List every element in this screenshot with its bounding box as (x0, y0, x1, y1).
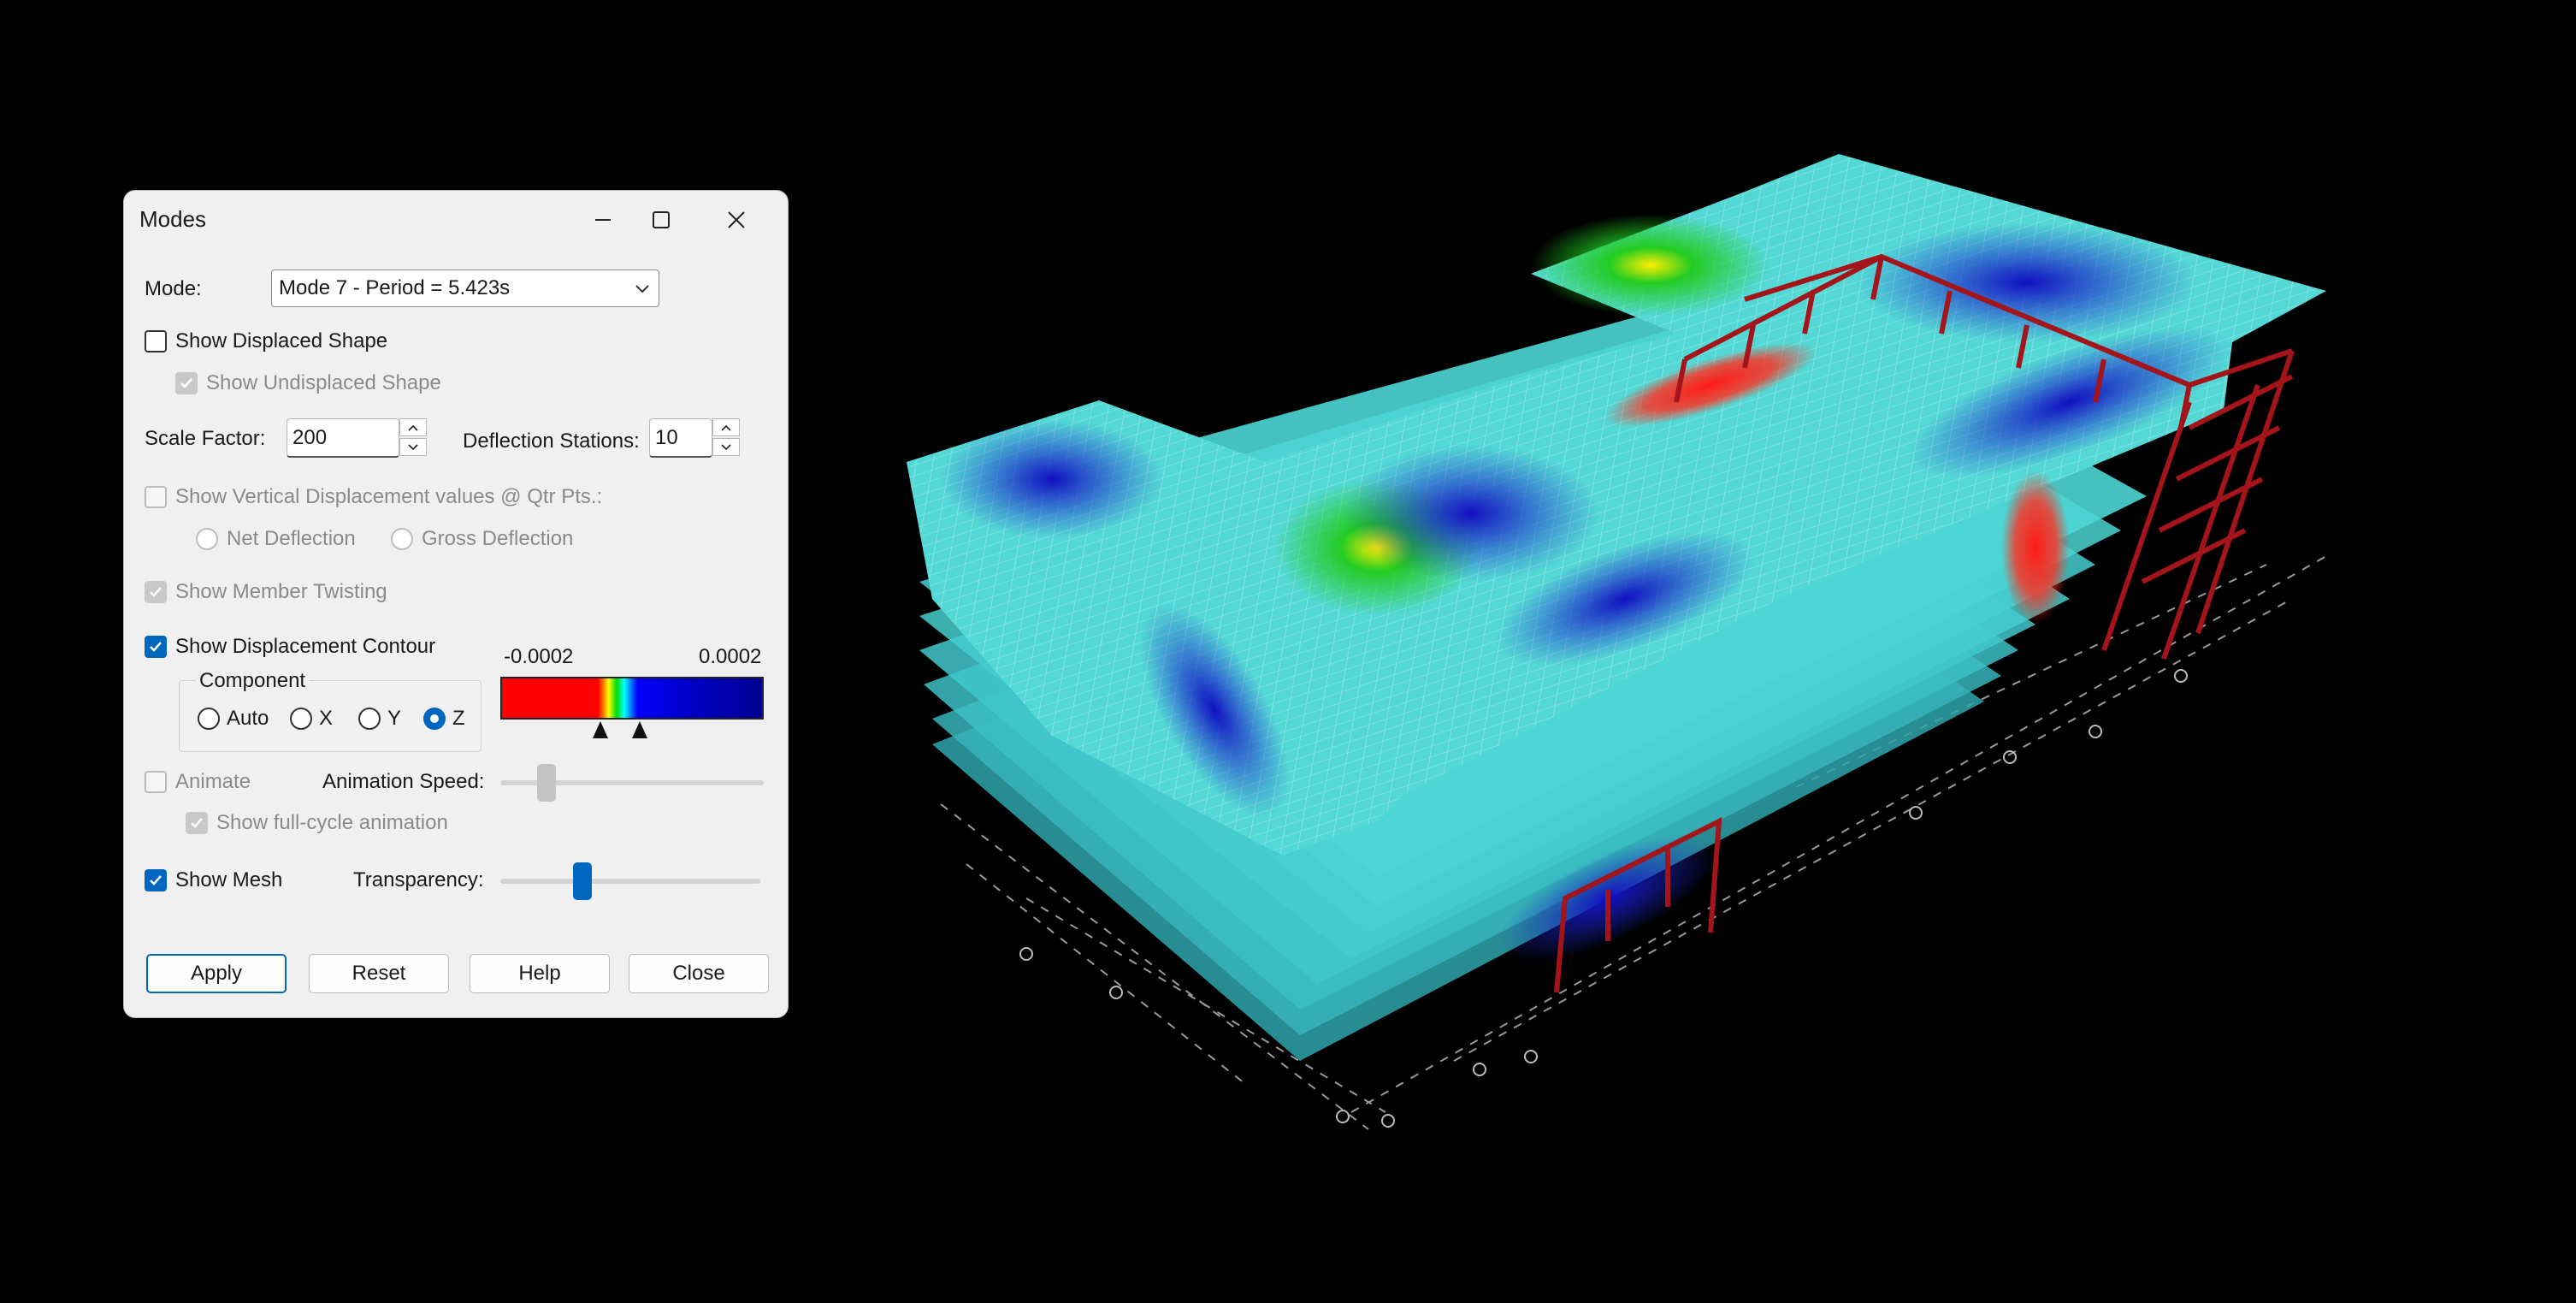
spin-down-icon[interactable] (712, 438, 740, 456)
chevron-down-icon (635, 285, 649, 293)
help-button[interactable]: Help (470, 954, 610, 993)
deflection-stations-stepper[interactable] (712, 418, 741, 458)
close-window-button[interactable] (695, 191, 777, 249)
close-icon (728, 211, 745, 228)
component-radio-auto[interactable] (198, 708, 220, 730)
close-button[interactable]: Close (629, 954, 769, 993)
component-label-x: X (319, 707, 334, 730)
contour-marker-high[interactable] (632, 721, 647, 738)
net-deflection-label: Net Deflection (227, 527, 356, 550)
component-radio-x[interactable] (290, 708, 312, 730)
show-mesh-checkbox[interactable] (145, 869, 167, 891)
component-radio-y[interactable] (358, 708, 381, 730)
scale-factor-stepper[interactable] (399, 418, 428, 458)
modes-dialog: Modes Mode: Mode 7 - Period = 5.423s Sho… (123, 190, 789, 1018)
gross-deflection-label: Gross Deflection (422, 527, 574, 550)
checkmark-icon (150, 587, 162, 597)
component-radio-z[interactable] (423, 708, 446, 730)
show-vertical-displacement-checkbox[interactable] (145, 486, 167, 508)
show-vertical-displacement-label: Show Vertical Displacement values @ Qtr … (175, 485, 603, 508)
spin-up-icon[interactable] (712, 418, 740, 436)
component-label-y: Y (387, 707, 402, 730)
contour-color-legend[interactable] (500, 677, 764, 720)
deflection-stations-label: Deflection Stations: (463, 429, 640, 453)
show-member-twisting-label: Show Member Twisting (175, 580, 387, 603)
checkmark-icon (150, 875, 162, 885)
contour-max-label: 0.0002 (699, 645, 762, 668)
animation-speed-label: Animation Speed: (322, 770, 485, 793)
scale-factor-label: Scale Factor: (145, 427, 266, 450)
show-displaced-shape-checkbox[interactable] (145, 330, 167, 352)
show-full-cycle-checkbox[interactable] (186, 812, 208, 834)
checkmark-icon (191, 818, 203, 828)
mode-select[interactable]: Mode 7 - Period = 5.423s (271, 269, 659, 307)
gross-deflection-radio[interactable] (391, 528, 413, 550)
apply-button[interactable]: Apply (146, 954, 287, 993)
show-displacement-contour-checkbox[interactable] (145, 636, 167, 658)
spin-down-icon[interactable] (399, 438, 427, 456)
maximize-icon (653, 211, 670, 228)
transparency-slider[interactable] (500, 879, 760, 884)
animate-label: Animate (175, 770, 251, 793)
spin-up-icon[interactable] (399, 418, 427, 436)
animate-checkbox[interactable] (145, 771, 167, 793)
show-mesh-label: Show Mesh (175, 868, 283, 891)
show-displacement-contour-label: Show Displacement Contour (175, 635, 436, 658)
maximize-button[interactable] (620, 191, 702, 249)
show-displaced-shape-label: Show Displaced Shape (175, 329, 388, 352)
reset-button[interactable]: Reset (309, 954, 449, 993)
transparency-label: Transparency: (353, 868, 484, 891)
animation-speed-thumb[interactable] (536, 764, 556, 802)
contour-min-label: -0.0002 (504, 645, 574, 668)
scale-factor-input[interactable]: 200 (287, 418, 399, 458)
show-undisplaced-shape-checkbox[interactable] (175, 372, 198, 394)
dialog-title: Modes (139, 206, 207, 232)
checkmark-icon (150, 642, 162, 652)
show-undisplaced-shape-label: Show Undisplaced Shape (206, 371, 441, 394)
deflection-stations-input[interactable]: 10 (649, 418, 712, 458)
component-label-auto: Auto (227, 707, 269, 730)
show-full-cycle-label: Show full-cycle animation (216, 811, 448, 834)
transparency-thumb[interactable] (572, 862, 592, 900)
component-group-label: Component (196, 668, 310, 694)
net-deflection-radio[interactable] (196, 528, 218, 550)
deflection-stations-value: 10 (655, 426, 678, 449)
contour-marker-low[interactable] (593, 721, 608, 738)
scale-factor-value: 200 (292, 426, 328, 449)
mode-label: Mode: (145, 277, 202, 300)
show-member-twisting-checkbox[interactable] (145, 581, 167, 603)
component-label-z: Z (452, 707, 465, 730)
checkmark-icon (180, 378, 192, 388)
mode-select-value: Mode 7 - Period = 5.423s (279, 276, 511, 299)
title-bar[interactable]: Modes (124, 191, 788, 249)
minimize-icon (595, 219, 611, 221)
